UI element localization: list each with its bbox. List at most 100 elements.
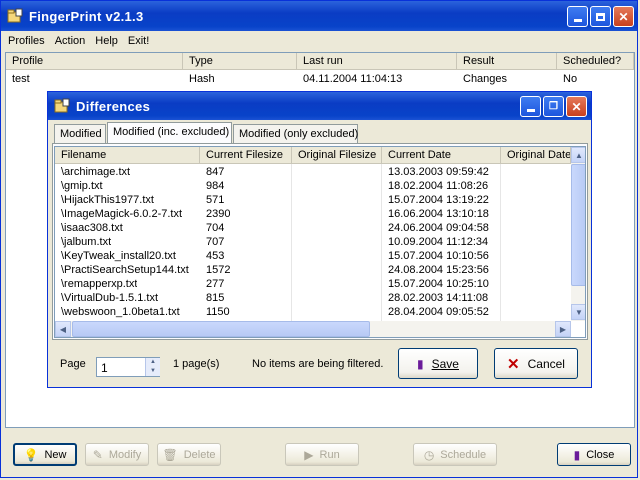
col-header-scheduled[interactable]: Scheduled?	[557, 53, 634, 70]
menu-profiles[interactable]: Profiles	[3, 35, 50, 47]
tab-modified-inc-excluded[interactable]: Modified (inc. excluded)	[107, 122, 232, 143]
filename-cell: \gmip.txt	[61, 180, 103, 192]
table-row[interactable]: test Hash 04.11.2004 11:04:13 Changes No	[6, 71, 634, 87]
run-button[interactable]: ▶ Run	[285, 443, 359, 466]
app-folder-icon	[7, 8, 23, 23]
col-header-current-filesize[interactable]: Current Filesize	[200, 147, 292, 164]
scroll-up-arrow-icon[interactable]: ▲	[571, 147, 585, 163]
delete-button[interactable]: 🗑 Delete	[157, 443, 221, 466]
page-count: 1 page(s)	[173, 358, 220, 370]
save-button[interactable]: ▮ Save	[398, 348, 478, 379]
maximize-icon	[596, 12, 605, 21]
dialog-titlebar[interactable]: Differences ❐ ✕	[48, 92, 591, 120]
current-filesize-cell: 571	[206, 194, 225, 206]
filename-cell: \remapperxp.txt	[61, 278, 138, 290]
table-row[interactable]: \webswoon_1.0beta1.txt 1150 28.04.2004 09:…	[55, 305, 571, 319]
door-exit-icon: ▮	[573, 447, 581, 462]
schedule-button-label: Schedule	[440, 448, 487, 461]
menu-exit[interactable]: Exit!	[123, 35, 154, 47]
filename-cell: \VirtualDub-1.5.1.txt	[61, 292, 159, 304]
current-filesize-cell: 707	[206, 236, 225, 248]
col-header-filename[interactable]: Filename	[55, 147, 200, 164]
minimize-icon	[573, 19, 582, 22]
table-row[interactable]: \ImageMagick-6.0.2-7.txt 2390 16.06.2004 1…	[55, 207, 571, 221]
close-button-label: Close	[586, 448, 615, 461]
filename-cell: \archimage.txt	[61, 166, 131, 178]
new-button-label: New	[44, 448, 67, 461]
maximize-button[interactable]	[590, 6, 611, 27]
page-input[interactable]: 1	[101, 361, 108, 375]
scroll-right-arrow-icon[interactable]: ▶	[555, 321, 571, 337]
current-date-cell: 28.04.2004 09:05:52	[388, 306, 489, 318]
profile-type: Hash	[189, 73, 215, 85]
schedule-button[interactable]: ◷ Schedule	[413, 443, 497, 466]
horizontal-scroll-thumb[interactable]	[72, 321, 370, 337]
delete-button-label: Delete	[183, 448, 216, 461]
close-window-button[interactable]: ✕	[613, 6, 634, 27]
current-date-cell: 15.07.2004 10:25:10	[388, 278, 489, 290]
col-header-last-run[interactable]: Last run	[297, 53, 457, 70]
current-filesize-cell: 1150	[206, 306, 230, 318]
scroll-down-arrow-icon[interactable]: ▼	[571, 304, 585, 320]
table-row[interactable]: \KeyTweak_install20.txt 453 15.07.2004 10:…	[55, 249, 571, 263]
wrench-icon: ✎	[92, 447, 103, 462]
differences-dialog: Differences ❐ ✕ Modified Modified (inc. …	[47, 91, 592, 388]
table-row[interactable]: \VirtualDub-1.5.1.txt 815 28.02.2003 14:11…	[55, 291, 571, 305]
col-header-type[interactable]: Type	[183, 53, 297, 70]
clock-icon: ◷	[423, 447, 435, 462]
page-down-icon[interactable]: ▼	[145, 367, 160, 376]
filename-cell: \isaac308.txt	[61, 222, 123, 234]
menu-help[interactable]: Help	[90, 35, 123, 47]
table-row[interactable]: \archimage.txt 847 13.03.2003 09:59:42	[55, 165, 571, 179]
lightbulb-icon: 💡	[23, 447, 39, 462]
tab-modified[interactable]: Modified	[54, 124, 106, 143]
table-row[interactable]: \remapperxp.txt 277 15.07.2004 10:25:10	[55, 277, 571, 291]
table-row[interactable]: \isaac308.txt 704 24.06.2004 09:04:58	[55, 221, 571, 235]
current-date-cell: 16.06.2004 13:10:18	[388, 208, 489, 220]
current-filesize-cell: 2390	[206, 208, 231, 220]
vertical-scrollbar[interactable]: ▲ ▼	[571, 147, 585, 321]
current-date-cell: 15.07.2004 13:19:22	[388, 194, 489, 206]
cancel-button[interactable]: ✕ Cancel	[494, 348, 578, 379]
main-titlebar[interactable]: FingerPrint v2.1.3 ✕	[1, 1, 637, 31]
dialog-close-button[interactable]: ✕	[566, 96, 587, 117]
close-button[interactable]: ▮ Close	[557, 443, 631, 466]
page-up-icon[interactable]: ▲	[145, 358, 160, 367]
horizontal-scrollbar[interactable]: ◀ ▶	[55, 321, 571, 337]
tab-modified-only-excluded[interactable]: Modified (only excluded)	[233, 124, 358, 143]
profile-name: test	[12, 73, 30, 85]
modify-button[interactable]: ✎ Modify	[85, 443, 149, 466]
cancel-x-icon: ✕	[507, 355, 520, 373]
table-row[interactable]: \gmip.txt 984 18.02.2004 11:08:26	[55, 179, 571, 193]
table-row[interactable]: \HijackThis1977.txt 571 15.07.2004 13:19:2…	[55, 193, 571, 207]
filter-status: No items are being filtered.	[252, 358, 384, 370]
filename-cell: \HijackThis1977.txt	[61, 194, 154, 206]
vertical-scroll-thumb[interactable]	[571, 164, 585, 286]
dialog-minimize-button[interactable]	[520, 96, 541, 117]
menu-action[interactable]: Action	[50, 35, 91, 47]
table-row[interactable]: \PractiSearchSetup144.txt 1572 24.08.2004 …	[55, 263, 571, 277]
profile-last-run: 04.11.2004 11:04:13	[303, 73, 403, 85]
scroll-left-arrow-icon[interactable]: ◀	[55, 321, 71, 337]
close-icon: ✕	[571, 99, 582, 114]
dialog-restore-button[interactable]: ❐	[543, 96, 564, 117]
filename-cell: \KeyTweak_install20.txt	[61, 250, 176, 262]
col-header-original-filesize[interactable]: Original Filesize	[292, 147, 382, 164]
page-label: Page	[60, 358, 86, 370]
current-date-cell: 18.02.2004 11:08:26	[388, 180, 489, 192]
dialog-title: Differences	[76, 98, 151, 114]
page-stepper[interactable]: 1 ▲ ▼	[96, 357, 160, 377]
current-date-cell: 10.09.2004 11:12:34	[388, 236, 489, 248]
differences-list[interactable]: Filename Current Filesize Original Files…	[54, 146, 586, 338]
filename-cell: \jalbum.txt	[61, 236, 112, 248]
profile-scheduled: No	[563, 73, 578, 85]
col-header-original-date[interactable]: Original Date	[501, 147, 571, 164]
save-icon: ▮	[417, 356, 424, 371]
col-header-result[interactable]: Result	[457, 53, 557, 70]
minimize-button[interactable]	[567, 6, 588, 27]
table-row[interactable]: \jalbum.txt 707 10.09.2004 11:12:34	[55, 235, 571, 249]
col-header-profile[interactable]: Profile	[6, 53, 183, 70]
new-button[interactable]: 💡 New	[13, 443, 77, 466]
current-date-cell: 24.08.2004 15:23:56	[388, 264, 489, 276]
col-header-current-date[interactable]: Current Date	[382, 147, 501, 164]
